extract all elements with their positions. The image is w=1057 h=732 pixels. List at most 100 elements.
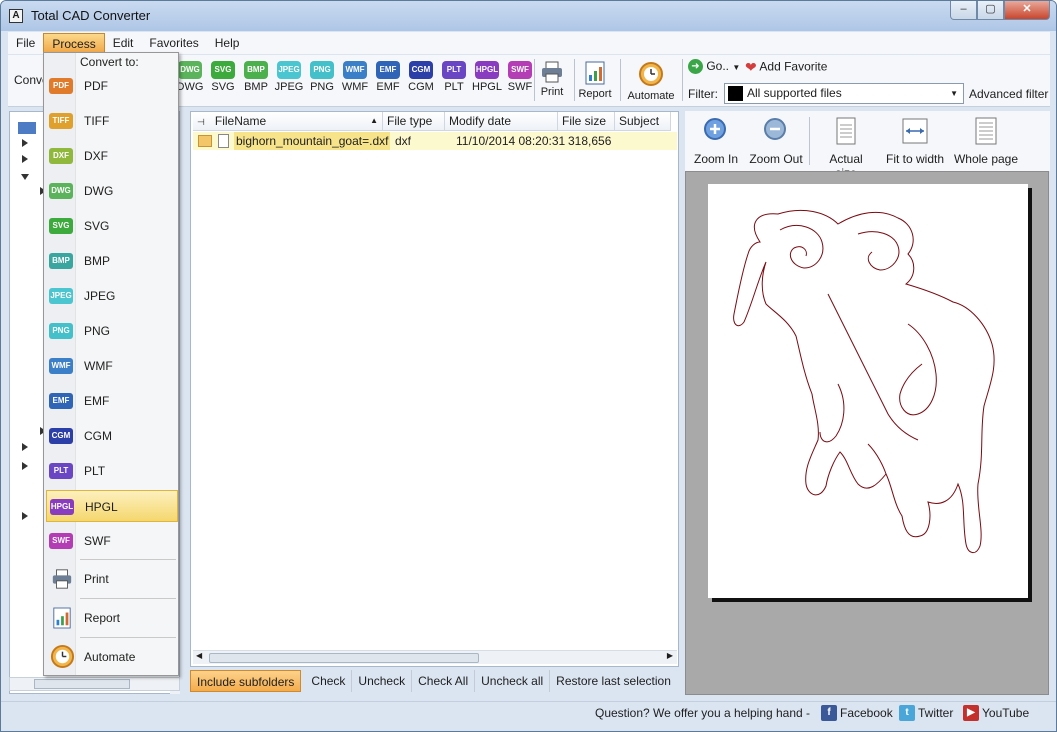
row-filename: bighorn_mountain_goat=.dxf — [234, 132, 391, 150]
convert-plt-button[interactable]: PLT PLT — [438, 61, 470, 93]
convert-jpeg-button[interactable]: JPEG JPEG — [273, 61, 305, 93]
convert-svg-button[interactable]: SVG SVG — [207, 61, 239, 93]
checkbox-icon[interactable] — [198, 135, 212, 147]
column-file-size[interactable]: File size — [558, 112, 615, 131]
check-all-button[interactable]: Check All — [412, 670, 476, 692]
menu-help[interactable]: Help — [207, 33, 248, 53]
whole-page-icon — [975, 117, 997, 145]
fit-to-width-button[interactable]: Fit to width — [883, 117, 947, 166]
menu-convert-svg[interactable]: SVG SVG — [46, 210, 178, 242]
report-icon — [585, 61, 605, 85]
svg-icon: SVG — [211, 61, 235, 79]
menu-file[interactable]: File — [8, 33, 43, 53]
menu-item-label: PDF — [84, 79, 108, 93]
facebook-link[interactable]: f Facebook — [821, 705, 893, 721]
report-button[interactable]: Report — [576, 61, 614, 100]
menu-convert-dxf[interactable]: DXF DXF — [46, 140, 178, 172]
restore-selection-button[interactable]: Restore last selection — [550, 670, 677, 692]
whole-page-label: Whole page — [953, 152, 1019, 166]
help-text: Question? We offer you a helping hand - — [595, 706, 811, 720]
menu-automate[interactable]: Automate — [46, 641, 178, 673]
automate-button[interactable]: Automate — [625, 61, 677, 102]
drawing-preview — [733, 209, 995, 553]
menu-convert-dwg[interactable]: DWG DWG — [46, 175, 178, 207]
menu-convert-png[interactable]: PNG PNG — [46, 315, 178, 347]
goto-button[interactable]: ➜ Go.. ▼ — [688, 59, 740, 75]
menu-convert-wmf[interactable]: WMF WMF — [46, 350, 178, 382]
convert-to-header: Convert to: — [80, 55, 139, 69]
zoom-in-button[interactable]: Zoom In — [691, 117, 741, 166]
menu-convert-jpeg[interactable]: JPEG JPEG — [46, 280, 178, 312]
format-label: BMP — [244, 81, 268, 93]
menu-convert-hpgl[interactable]: HPGL HPGL — [46, 490, 178, 522]
twitter-link[interactable]: t Twitter — [899, 705, 953, 721]
minimize-button[interactable]: – — [950, 1, 977, 20]
page-icon — [836, 117, 856, 145]
window-title: Total CAD Converter — [31, 8, 151, 23]
youtube-link[interactable]: ▶ YouTube — [963, 705, 1029, 721]
menu-process[interactable]: Process — [43, 33, 105, 53]
print-label: Print — [540, 86, 564, 98]
uncheck-button[interactable]: Uncheck — [352, 670, 413, 692]
column-subject[interactable]: Subject — [615, 112, 671, 131]
column-modify-date[interactable]: Modify date — [445, 112, 558, 131]
convert-hpgl-button[interactable]: HPGL HPGL — [471, 61, 503, 93]
maximize-button[interactable]: ▢ — [977, 1, 1004, 20]
add-favorite-button[interactable]: ❤ Add Favorite — [745, 59, 827, 76]
file-icon — [218, 134, 229, 148]
table-row[interactable]: bighorn_mountain_goat=.dxf dxf 11/10/201… — [193, 132, 677, 150]
scroll-left-icon[interactable]: ◀ — [196, 651, 202, 660]
print-button[interactable]: Print — [535, 61, 569, 98]
check-button[interactable]: Check — [305, 670, 353, 692]
convert-png-button[interactable]: PNG PNG — [306, 61, 338, 93]
tree-hscroll[interactable] — [9, 677, 180, 691]
menu-report-label: Report — [84, 611, 121, 625]
bmp-icon: BMP — [244, 61, 268, 79]
menu-convert-cgm[interactable]: CGM CGM — [46, 420, 178, 452]
menu-item-label: WMF — [84, 359, 113, 373]
convert-cgm-button[interactable]: CGM CGM — [405, 61, 437, 93]
convert-swf-button[interactable]: SWF SWF — [504, 61, 536, 93]
file-list-hscroll[interactable]: ◀ ▶ — [193, 650, 677, 664]
menu-favorites[interactable]: Favorites — [141, 33, 206, 53]
convert-wmf-button[interactable]: WMF WMF — [339, 61, 371, 93]
close-button[interactable]: ✕ — [1004, 1, 1050, 20]
menu-convert-plt[interactable]: PLT PLT — [46, 455, 178, 487]
emf-icon: EMF — [49, 393, 73, 409]
menu-convert-tiff[interactable]: TIFF TIFF — [46, 105, 178, 137]
process-menu-dropdown: Convert to: PDF PDF TIFF TIFF DXF DXF DWG DWG SV… — [43, 52, 179, 676]
tiff-icon: TIFF — [49, 113, 73, 129]
file-list: ⊣ FileName ▲ File type Modify date File … — [190, 111, 679, 667]
convert-bmp-button[interactable]: BMP BMP — [240, 61, 272, 93]
printer-icon — [52, 569, 72, 589]
facebook-icon: f — [821, 705, 837, 721]
zoom-out-button[interactable]: Zoom Out — [747, 117, 805, 166]
menu-report[interactable]: Report — [46, 602, 178, 634]
preview-area[interactable] — [685, 171, 1049, 695]
advanced-filter-button[interactable]: Advanced filter — [969, 87, 1048, 101]
youtube-icon: ▶ — [963, 705, 979, 721]
zoom-out-label: Zoom Out — [749, 152, 803, 166]
menu-convert-emf[interactable]: EMF EMF — [46, 385, 178, 417]
menu-automate-label: Automate — [84, 650, 136, 664]
convert-emf-button[interactable]: EMF EMF — [372, 61, 404, 93]
menu-convert-swf[interactable]: SWF SWF — [46, 525, 178, 557]
column-filename[interactable]: ⊣ FileName ▲ — [193, 112, 383, 131]
selection-toolbar: Include subfolders Check Uncheck Check A… — [190, 669, 677, 693]
chevron-down-icon: ▼ — [950, 89, 958, 98]
whole-page-button[interactable]: Whole page — [953, 117, 1019, 166]
uncheck-all-button[interactable]: Uncheck all — [475, 670, 551, 692]
wmf-icon: WMF — [49, 358, 73, 374]
plt-icon: PLT — [442, 61, 466, 79]
bmp-icon: BMP — [49, 253, 73, 269]
include-subfolders-button[interactable]: Include subfolders — [190, 670, 302, 692]
row-file-size: 318,656 — [568, 134, 612, 148]
menu-convert-bmp[interactable]: BMP BMP — [46, 245, 178, 277]
filter-select[interactable]: All supported files ▼ — [724, 83, 964, 104]
menu-convert-pdf[interactable]: PDF PDF — [46, 70, 178, 102]
scroll-right-icon[interactable]: ▶ — [667, 651, 673, 660]
menu-edit[interactable]: Edit — [105, 33, 142, 53]
twitter-icon: t — [899, 705, 915, 721]
menu-print[interactable]: Print — [46, 563, 178, 595]
column-file-type[interactable]: File type — [383, 112, 445, 131]
